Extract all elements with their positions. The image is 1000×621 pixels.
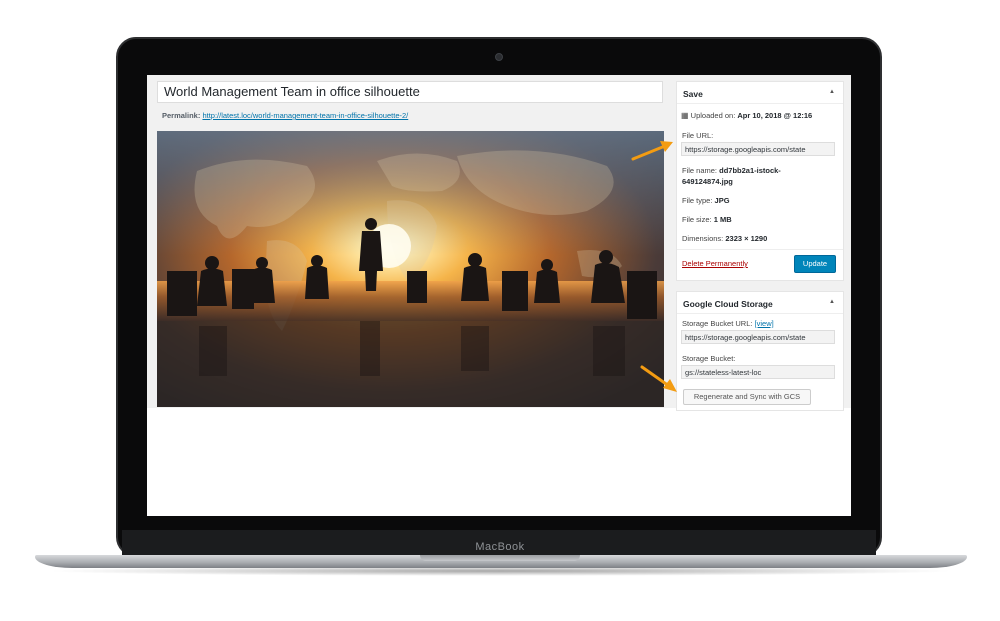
media-image — [157, 131, 664, 407]
permalink-label: Permalink: — [162, 111, 201, 120]
uploaded-label: Uploaded on: — [690, 111, 736, 120]
permalink: Permalink: http://latest.loc/world-manag… — [162, 111, 408, 120]
bucket-field[interactable]: gs://stateless-latest-loc — [681, 365, 835, 379]
update-button[interactable]: Update — [794, 255, 836, 273]
file-url-label: File URL: — [682, 131, 714, 140]
title-input[interactable]: World Management Team in office silhouet… — [157, 81, 663, 103]
file-name-value: dd7bb2a1-istock- — [719, 166, 781, 175]
dimensions-value: 2323 × 1290 — [725, 234, 768, 243]
laptop-notch — [420, 555, 580, 561]
file-type-label: File type: — [682, 196, 713, 205]
file-size-value: 1 MB — [713, 215, 732, 224]
file-type-value: JPG — [714, 196, 730, 205]
laptop-brand: MacBook — [475, 541, 525, 553]
file-name: File name: dd7bb2a1-istock- — [682, 166, 781, 175]
media-image-drawing — [157, 131, 664, 407]
regenerate-sync-button[interactable]: Regenerate and Sync with GCS — [683, 389, 811, 405]
file-size-label: File size: — [682, 215, 712, 224]
file-name-value-2: 649124874.jpg — [682, 177, 733, 186]
file-size: File size: 1 MB — [682, 215, 732, 224]
gcs-panel-title: Google Cloud Storage — [683, 299, 773, 309]
camera-icon — [495, 53, 503, 61]
save-panel-header[interactable]: Save ▲ — [677, 82, 843, 104]
screen: World Management Team in office silhouet… — [147, 75, 851, 516]
file-url-field[interactable]: https://storage.googleapis.com/state — [681, 142, 835, 156]
file-name-label: File name: — [682, 166, 718, 175]
save-panel-divider — [677, 249, 843, 250]
collapse-arrow-icon[interactable]: ▲ — [829, 299, 835, 305]
permalink-link[interactable]: http://latest.loc/world-management-team-… — [202, 111, 408, 120]
dimensions-label: Dimensions: — [682, 234, 724, 243]
file-type: File type: JPG — [682, 196, 730, 205]
save-panel-title: Save — [683, 89, 703, 99]
bucket-url-label: Storage Bucket URL: — [682, 319, 753, 328]
file-name-continued: 649124874.jpg — [682, 177, 733, 186]
calendar-icon: ▦ — [681, 111, 689, 120]
view-link[interactable]: [view] — [755, 319, 774, 328]
collapse-arrow-icon[interactable]: ▲ — [829, 89, 835, 95]
delete-permanently-link[interactable]: Delete Permanently — [682, 259, 748, 268]
bucket-label: Storage Bucket: — [682, 354, 736, 363]
gcs-panel-header[interactable]: Google Cloud Storage ▲ — [677, 292, 843, 314]
dimensions: Dimensions: 2323 × 1290 — [682, 234, 767, 243]
uploaded-value: Apr 10, 2018 @ 12:16 — [737, 111, 813, 120]
uploaded-on: ▦ Uploaded on: Apr 10, 2018 @ 12:16 — [681, 111, 812, 120]
bucket-url: Storage Bucket URL: [view] — [682, 319, 774, 328]
bucket-url-field[interactable]: https://storage.googleapis.com/state — [681, 330, 835, 344]
